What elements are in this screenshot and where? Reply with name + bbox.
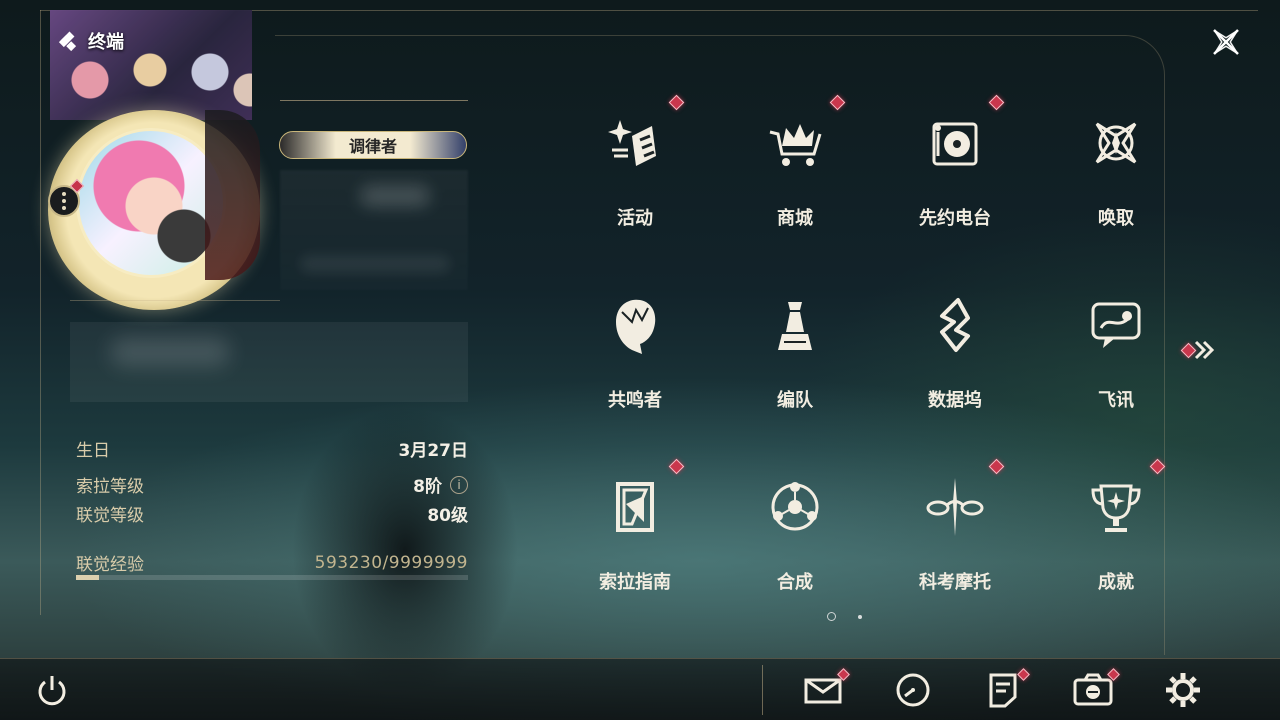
mail-icon xyxy=(804,678,842,704)
page-indicator xyxy=(827,612,862,621)
rank-badge[interactable]: 调律者 xyxy=(279,131,467,159)
menu-item-label: 成就 xyxy=(1098,572,1134,593)
more-dot-icon xyxy=(62,199,66,203)
clock-button[interactable] xyxy=(893,670,933,710)
clock-icon xyxy=(896,673,930,707)
next-page-button[interactable] xyxy=(1180,337,1220,363)
menu-item-shop[interactable]: 商城 xyxy=(745,100,845,250)
stat-birthday-value: 3月27日 xyxy=(398,441,469,461)
chat-message-icon xyxy=(1091,302,1141,348)
union-exp-progress-bar xyxy=(76,575,468,580)
menu-item-label: 共鸣者 xyxy=(608,390,662,411)
notice-button[interactable] xyxy=(983,668,1030,710)
settings-gear-icon xyxy=(1166,673,1200,707)
terminal-diamond-icon xyxy=(62,33,78,49)
compass-star-icon xyxy=(1095,122,1137,164)
frame-line-left xyxy=(40,10,41,615)
motorbike-icon xyxy=(926,478,984,536)
blurred-player-info xyxy=(280,170,468,290)
stat-union-level-value: 80级 xyxy=(427,506,468,526)
guide-book-icon xyxy=(616,482,654,532)
close-button[interactable] xyxy=(1206,22,1246,62)
menu-item-label: 科考摩托 xyxy=(919,572,991,593)
stat-sola-level: 索拉等级 8阶 i xyxy=(76,472,468,497)
mail-button[interactable] xyxy=(803,668,850,710)
menu-item-label: 合成 xyxy=(777,572,813,593)
stat-union-level-label: 联觉等级 xyxy=(76,506,144,526)
menu-item-label: 活动 xyxy=(617,208,653,229)
chess-team-icon xyxy=(778,302,812,350)
menu-item-team[interactable]: 编队 xyxy=(745,282,845,432)
menu-item-label: 商城 xyxy=(777,208,813,229)
menu-item-label: 索拉指南 xyxy=(599,572,671,593)
terminal-title-text: 终端 xyxy=(88,32,124,53)
sparkle-event-icon xyxy=(608,120,656,166)
crown-cart-icon xyxy=(769,124,822,166)
menu-item-activity[interactable]: 活动 xyxy=(585,100,685,250)
radio-record-icon xyxy=(932,122,978,166)
menu-item-messages[interactable]: 飞讯 xyxy=(1066,282,1166,432)
power-button[interactable] xyxy=(32,670,72,710)
notice-icon xyxy=(989,673,1017,708)
terminal-banner-image xyxy=(50,10,252,120)
menu-item-label: 先约电台 xyxy=(919,208,991,229)
menu-item-label: 数据坞 xyxy=(928,390,982,411)
camera-icon xyxy=(1073,673,1113,706)
menu-item-summon[interactable]: 唤取 xyxy=(1066,100,1166,250)
menu-item-resonators[interactable]: 共鸣者 xyxy=(585,282,685,432)
menu-item-label: 编队 xyxy=(777,390,813,411)
rank-badge-label: 调律者 xyxy=(348,137,397,156)
stat-union-level: 联觉等级 80级 xyxy=(76,501,468,526)
menu-item-data-dock[interactable]: 数据坞 xyxy=(905,282,1005,432)
menu-item-achievements[interactable]: 成就 xyxy=(1066,464,1166,614)
more-dot-icon xyxy=(62,206,66,210)
union-exp-progress-fill xyxy=(76,575,100,580)
signature-divider xyxy=(70,300,280,301)
menu-item-synthesis[interactable]: 合成 xyxy=(745,464,845,614)
trophy-icon xyxy=(1091,484,1141,532)
more-dot-icon xyxy=(62,192,66,196)
double-chevron-right-icon xyxy=(1194,340,1215,360)
menu-item-label: 唤取 xyxy=(1098,208,1134,229)
menu-item-motorbike[interactable]: 科考摩托 xyxy=(905,464,1005,614)
synthesis-orbit-icon xyxy=(771,482,819,531)
data-dock-icon xyxy=(940,298,970,352)
avatar[interactable] xyxy=(76,128,226,278)
blurred-signature[interactable] xyxy=(70,322,468,402)
stat-union-exp-value: 593230/9999999 xyxy=(314,552,468,573)
menu-item-label: 飞讯 xyxy=(1098,390,1134,411)
terminal-title: 终端 xyxy=(62,28,124,54)
menu-item-radio[interactable]: 先约电台 xyxy=(905,100,1005,250)
stat-sola-level-value-wrap: 8阶 i xyxy=(413,472,468,497)
page-dot-active[interactable] xyxy=(827,612,836,621)
info-icon[interactable]: i xyxy=(450,475,468,494)
page-dot[interactable] xyxy=(858,614,862,619)
stat-union-exp: 联觉经验 593230/9999999 xyxy=(76,550,468,576)
settings-button[interactable] xyxy=(1163,670,1203,710)
stat-birthday: 生日 3月27日 xyxy=(76,436,468,461)
menu-item-sola-guide[interactable]: 索拉指南 xyxy=(585,464,685,614)
close-star-icon xyxy=(1213,29,1239,55)
stat-birthday-label: 生日 xyxy=(76,441,110,461)
bottom-divider xyxy=(762,665,763,715)
stat-union-exp-label: 联觉经验 xyxy=(76,555,144,575)
character-head-icon xyxy=(616,299,656,354)
name-divider xyxy=(280,100,468,101)
stat-sola-level-label: 索拉等级 xyxy=(76,477,144,497)
power-icon xyxy=(38,676,66,706)
avatar-frame-accent xyxy=(205,110,260,280)
stat-sola-level-value: 8阶 xyxy=(413,477,442,497)
camera-button[interactable] xyxy=(1073,668,1120,710)
